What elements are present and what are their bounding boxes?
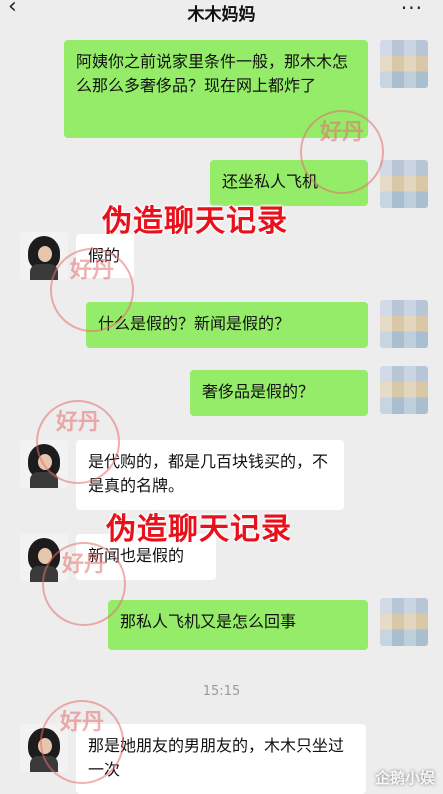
my-avatar[interactable]: [380, 366, 428, 414]
chat-header: ‹ 木木妈妈 ···: [0, 0, 443, 26]
message-sent[interactable]: 那私人飞机又是怎么回事: [108, 600, 368, 650]
watermark-stamp: 好丹: [36, 400, 120, 484]
my-avatar[interactable]: [380, 160, 428, 208]
overlay-caption: 伪造聊天记录: [106, 512, 292, 547]
corner-watermark: 企鹅小娱: [374, 769, 435, 787]
watermark-stamp: 好丹: [40, 700, 124, 784]
my-avatar[interactable]: [380, 300, 428, 348]
overlay-caption: 伪造聊天记录: [102, 204, 288, 239]
my-avatar[interactable]: [380, 598, 428, 646]
message-sent[interactable]: 奢侈品是假的？: [190, 370, 368, 416]
chat-timestamp: 15:15: [202, 684, 241, 699]
more-options-icon[interactable]: ···: [401, 0, 423, 20]
watermark-stamp: 好丹: [42, 542, 126, 626]
chat-title: 木木妈妈: [187, 5, 256, 25]
watermark-stamp: 好丹: [50, 248, 134, 332]
watermark-stamp: 好丹: [300, 110, 384, 194]
my-avatar[interactable]: [380, 40, 428, 88]
